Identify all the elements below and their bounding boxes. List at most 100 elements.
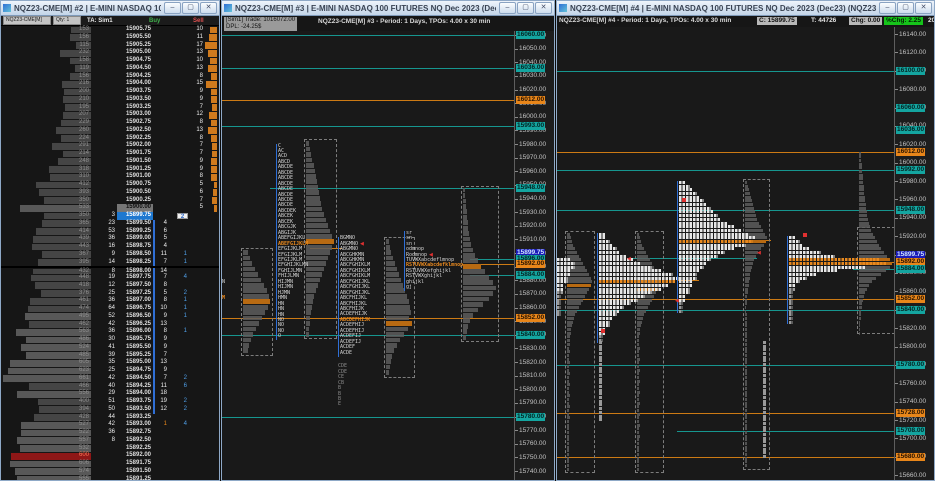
depth-cell[interactable] xyxy=(153,65,169,73)
depth-cell[interactable] xyxy=(153,437,169,445)
bid-size-cell[interactable] xyxy=(91,150,117,158)
depth-cell[interactable] xyxy=(153,181,169,189)
dom-row[interactable]: 55515891.25 xyxy=(1,476,219,481)
order-count-cell[interactable] xyxy=(169,367,189,375)
order-count-cell[interactable] xyxy=(169,243,189,251)
ask-size-cell[interactable] xyxy=(189,282,205,290)
dom-row[interactable]: 5562915894.0018 xyxy=(1,390,219,398)
dom-row[interactable]: 31815901.259 xyxy=(1,166,219,174)
depth-cell[interactable]: 13 xyxy=(153,321,169,329)
order-count-cell[interactable] xyxy=(169,437,189,445)
dom-row[interactable]: 557815892.50 xyxy=(1,437,219,445)
ask-size-cell[interactable]: 9 xyxy=(189,88,205,96)
order-count-cell[interactable]: 2 xyxy=(169,406,189,414)
dom-row[interactable]: 26015902.5013 xyxy=(1,127,219,135)
order-count-cell[interactable]: 4 xyxy=(169,421,189,429)
dom-row[interactable]: 22915902.758 xyxy=(1,119,219,127)
depth-cell[interactable] xyxy=(153,80,169,88)
order-count-cell[interactable]: 2 xyxy=(169,290,189,298)
depth-cell[interactable]: 7 xyxy=(153,375,169,383)
ask-size-cell[interactable] xyxy=(189,243,205,251)
bid-size-cell[interactable]: 16 xyxy=(91,243,117,251)
ask-size-cell[interactable] xyxy=(189,367,205,375)
dom-row[interactable]: 24815901.509 xyxy=(1,158,219,166)
bid-size-cell[interactable] xyxy=(91,142,117,150)
order-count-cell[interactable] xyxy=(169,166,189,174)
block-titlebar[interactable]: NQZ23-CME[M] #4 | E-MINI NASDAQ 100 FUTU… xyxy=(557,1,934,16)
ask-size-cell[interactable] xyxy=(189,390,205,398)
bid-size-cell[interactable] xyxy=(91,96,117,104)
bid-size-cell[interactable] xyxy=(91,452,117,460)
dom-row[interactable]: 6614215894.5072 xyxy=(1,375,219,383)
depth-cell[interactable] xyxy=(153,96,169,104)
order-count-cell[interactable] xyxy=(169,57,189,65)
depth-cell[interactable] xyxy=(153,476,169,481)
bid-size-cell[interactable]: 35 xyxy=(91,359,117,367)
ask-size-cell[interactable] xyxy=(189,344,205,352)
dom-row[interactable]: 3762515897.2552 xyxy=(1,290,219,298)
ask-size-cell[interactable] xyxy=(189,445,205,453)
bid-size-cell[interactable] xyxy=(91,197,117,205)
order-count-cell[interactable] xyxy=(169,42,189,50)
dom-row[interactable]: 21015903.509 xyxy=(1,96,219,104)
tpo-titlebar[interactable]: NQZ23-CME[M] #3 | E-MINI NASDAQ 100 FUTU… xyxy=(222,1,554,16)
ask-size-cell[interactable] xyxy=(189,290,205,298)
ask-size-cell[interactable] xyxy=(189,313,205,321)
depth-cell[interactable] xyxy=(153,26,169,34)
order-count-cell[interactable] xyxy=(169,204,189,212)
bid-size-cell[interactable] xyxy=(91,34,117,42)
depth-cell[interactable]: 11 xyxy=(153,383,169,391)
dom-row[interactable]: 3945015893.50122 xyxy=(1,406,219,414)
dom-row[interactable]: 4284415893.25 xyxy=(1,414,219,422)
ask-size-cell[interactable]: 9 xyxy=(189,166,205,174)
order-count-cell[interactable] xyxy=(169,344,189,352)
depth-cell[interactable] xyxy=(153,104,169,112)
bid-size-cell[interactable]: 29 xyxy=(91,390,117,398)
depth-cell[interactable] xyxy=(153,197,169,205)
dom-row[interactable]: 23215905.0013 xyxy=(1,49,219,57)
depth-cell[interactable]: 1 xyxy=(153,421,169,429)
bid-size-cell[interactable] xyxy=(91,26,117,34)
depth-cell[interactable]: 9 xyxy=(153,336,169,344)
order-count-cell[interactable] xyxy=(169,197,189,205)
dom-row[interactable]: 29115902.007 xyxy=(1,142,219,150)
dom-row[interactable]: 4005115893.75192 xyxy=(1,398,219,406)
ask-size-cell[interactable]: 7 xyxy=(189,142,205,150)
dom-row[interactable]: 21615904.0015 xyxy=(1,80,219,88)
dom-row[interactable]: 350315899.752 xyxy=(1,212,219,220)
dom-row[interactable]: 3951415898.2571 xyxy=(1,259,219,267)
dom-row[interactable]: 4664015894.25116 xyxy=(1,383,219,391)
depth-cell[interactable] xyxy=(153,158,169,166)
bid-size-cell[interactable]: 9 xyxy=(91,251,117,259)
ask-size-cell[interactable]: 13 xyxy=(189,65,205,73)
dom-row[interactable]: 11915904.5013 xyxy=(1,65,219,73)
depth-cell[interactable]: 5 xyxy=(153,290,169,298)
depth-cell[interactable] xyxy=(153,127,169,135)
bid-size-cell[interactable]: 8 xyxy=(91,437,117,445)
bid-size-cell[interactable]: 12 xyxy=(91,282,117,290)
order-count-cell[interactable] xyxy=(169,321,189,329)
bid-size-cell[interactable]: 50 xyxy=(91,406,117,414)
ask-size-cell[interactable] xyxy=(189,398,205,406)
order-count-cell[interactable] xyxy=(169,390,189,398)
dom-row[interactable]: 53315900.005 xyxy=(1,204,219,212)
depth-cell[interactable]: 8 xyxy=(153,328,169,336)
order-count-cell[interactable] xyxy=(169,336,189,344)
depth-cell[interactable] xyxy=(153,460,169,468)
dom-row[interactable]: 432815898.0014 xyxy=(1,266,219,274)
dom-row[interactable]: 5223615892.75 xyxy=(1,429,219,437)
depth-cell[interactable]: 13 xyxy=(153,359,169,367)
ask-size-cell[interactable] xyxy=(189,212,205,220)
dom-row[interactable]: 4481915897.7574 xyxy=(1,274,219,282)
dom-row[interactable]: 4746415896.75101 xyxy=(1,305,219,313)
dom-row[interactable]: 6232515894.759 xyxy=(1,367,219,375)
bid-size-cell[interactable] xyxy=(91,88,117,96)
ask-size-cell[interactable] xyxy=(189,305,205,313)
bid-size-cell[interactable] xyxy=(91,166,117,174)
order-count-cell[interactable] xyxy=(169,80,189,88)
ask-size-cell[interactable]: 7 xyxy=(189,197,205,205)
bid-size-cell[interactable]: 40 xyxy=(91,383,117,391)
dom-row[interactable]: 15815904.7510 xyxy=(1,57,219,65)
depth-cell[interactable]: 12 xyxy=(153,406,169,414)
ask-size-cell[interactable] xyxy=(189,359,205,367)
